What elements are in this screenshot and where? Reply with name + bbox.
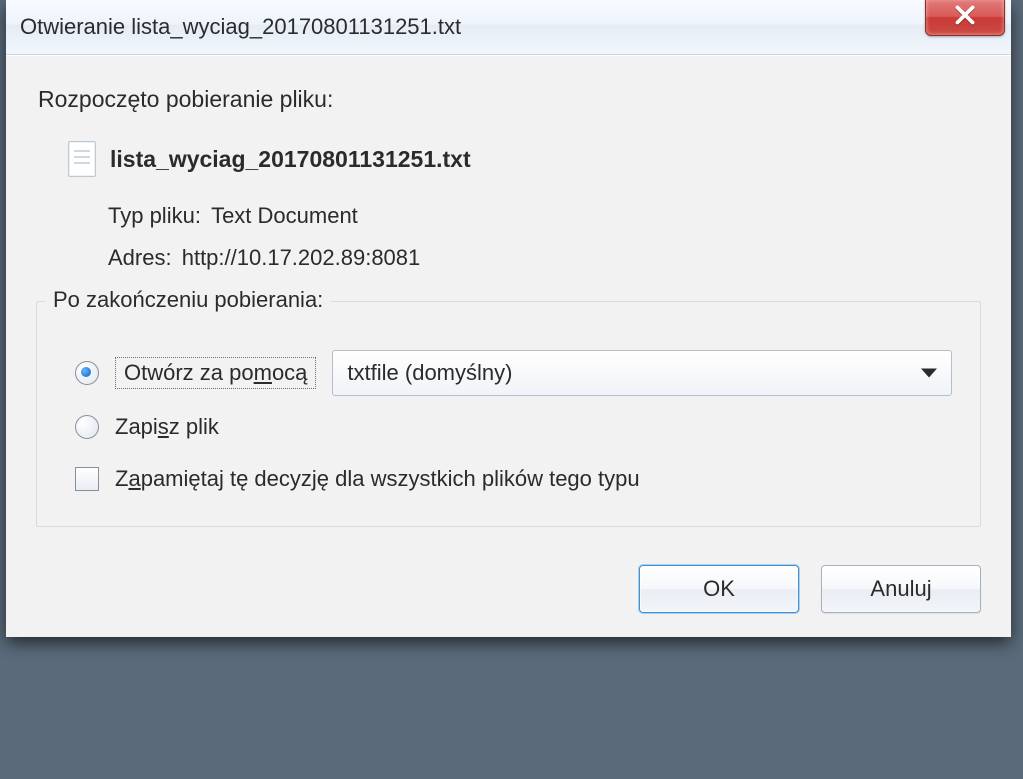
- open-with-row: Otwórz za pomocą txtfile (domyślny): [75, 350, 952, 396]
- application-selected: txtfile (domyślny): [347, 360, 512, 386]
- download-dialog: Otwieranie lista_wyciag_20170801131251.t…: [6, 0, 1011, 637]
- file-from-value: http://10.17.202.89:8081: [182, 245, 421, 270]
- cancel-button[interactable]: Anuluj: [821, 565, 981, 613]
- window-title: Otwieranie lista_wyciag_20170801131251.t…: [20, 14, 461, 40]
- action-groupbox: Po zakończeniu pobierania: Otwórz za pom…: [36, 301, 981, 527]
- file-name: lista_wyciag_20170801131251.txt: [110, 146, 471, 173]
- save-file-radio[interactable]: [75, 415, 99, 439]
- file-type-label: Typ pliku:: [108, 203, 201, 228]
- file-meta: Typ pliku: Text Document Adres: http://1…: [108, 195, 981, 279]
- remember-row: Zapamiętaj tę decyzję dla wszystkich pli…: [75, 466, 952, 492]
- ok-button[interactable]: OK: [639, 565, 799, 613]
- remember-checkbox[interactable]: [75, 467, 99, 491]
- open-with-label[interactable]: Otwórz za pomocą: [115, 357, 316, 389]
- close-icon: [952, 2, 978, 33]
- titlebar: Otwieranie lista_wyciag_20170801131251.t…: [6, 0, 1011, 55]
- document-icon: [68, 141, 96, 177]
- close-button[interactable]: [925, 0, 1005, 36]
- group-title: Po zakończeniu pobierania:: [45, 287, 331, 313]
- save-file-label[interactable]: Zapisz plik: [115, 414, 219, 440]
- button-bar: OK Anuluj: [36, 565, 981, 613]
- intro-text: Rozpoczęto pobieranie pliku:: [38, 86, 981, 113]
- dialog-body: Rozpoczęto pobieranie pliku: lista_wycia…: [6, 55, 1011, 637]
- file-type-value: Text Document: [211, 203, 358, 228]
- file-row: lista_wyciag_20170801131251.txt: [68, 141, 981, 177]
- chevron-down-icon: [921, 368, 937, 377]
- remember-label[interactable]: Zapamiętaj tę decyzję dla wszystkich pli…: [115, 466, 640, 492]
- application-dropdown[interactable]: txtfile (domyślny): [332, 350, 952, 396]
- open-with-radio[interactable]: [75, 361, 99, 385]
- file-from-label: Adres:: [108, 245, 172, 270]
- save-file-row: Zapisz plik: [75, 414, 952, 440]
